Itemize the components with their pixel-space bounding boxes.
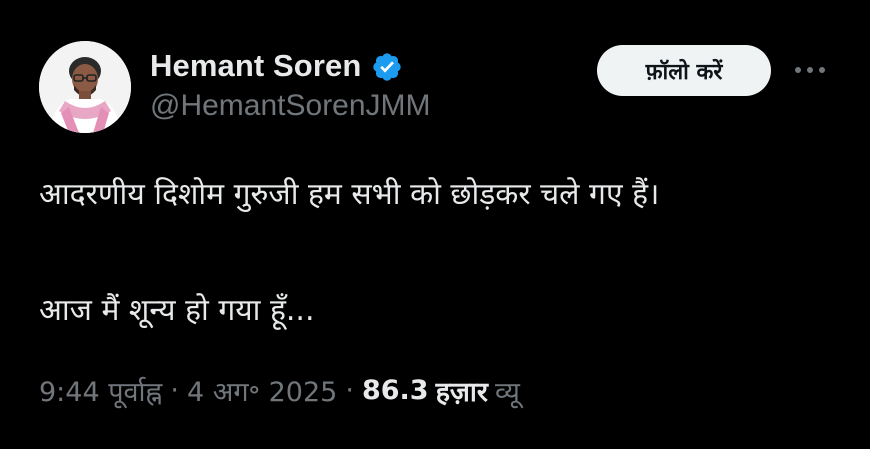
author-display-name[interactable]: Hemant Soren [150,48,361,84]
tweet-date[interactable]: 4 अग॰ 2025 [187,372,337,409]
more-options-button[interactable] [788,52,832,88]
tweet-text: आदरणीय दिशोम गुरुजी हम सभी को छोड़कर चले… [39,166,839,340]
views-unit: हज़ार [435,376,488,408]
avatar[interactable] [39,41,131,133]
author-handle[interactable]: @HemantSorenJMM [150,89,431,123]
tweet-line: आदरणीय दिशोम गुरुजी हम सभी को छोड़कर चले… [39,177,660,212]
follow-button[interactable]: फ़ॉलो करें [597,45,771,96]
meta-separator: · [170,374,179,406]
author-name-row: Hemant Soren [150,42,403,90]
views-label: व्यू [494,376,520,408]
tweet-time[interactable]: 9:44 पूर्वाह्न [39,372,162,409]
tweet-meta: 9:44 पूर्वाह्न · 4 अग॰ 2025 · 86.3 हज़ार… [39,368,520,412]
verified-badge-icon[interactable] [371,51,403,83]
views-count: 86.3 [361,374,429,406]
profile-photo [39,41,131,133]
more-horizontal-icon [795,67,825,73]
meta-separator: · [345,374,354,406]
tweet-card: Hemant Soren @HemantSorenJMM फ़ॉलो करें … [0,0,870,449]
tweet-line: आज मैं शून्य हो गया हूँ... [39,293,315,328]
